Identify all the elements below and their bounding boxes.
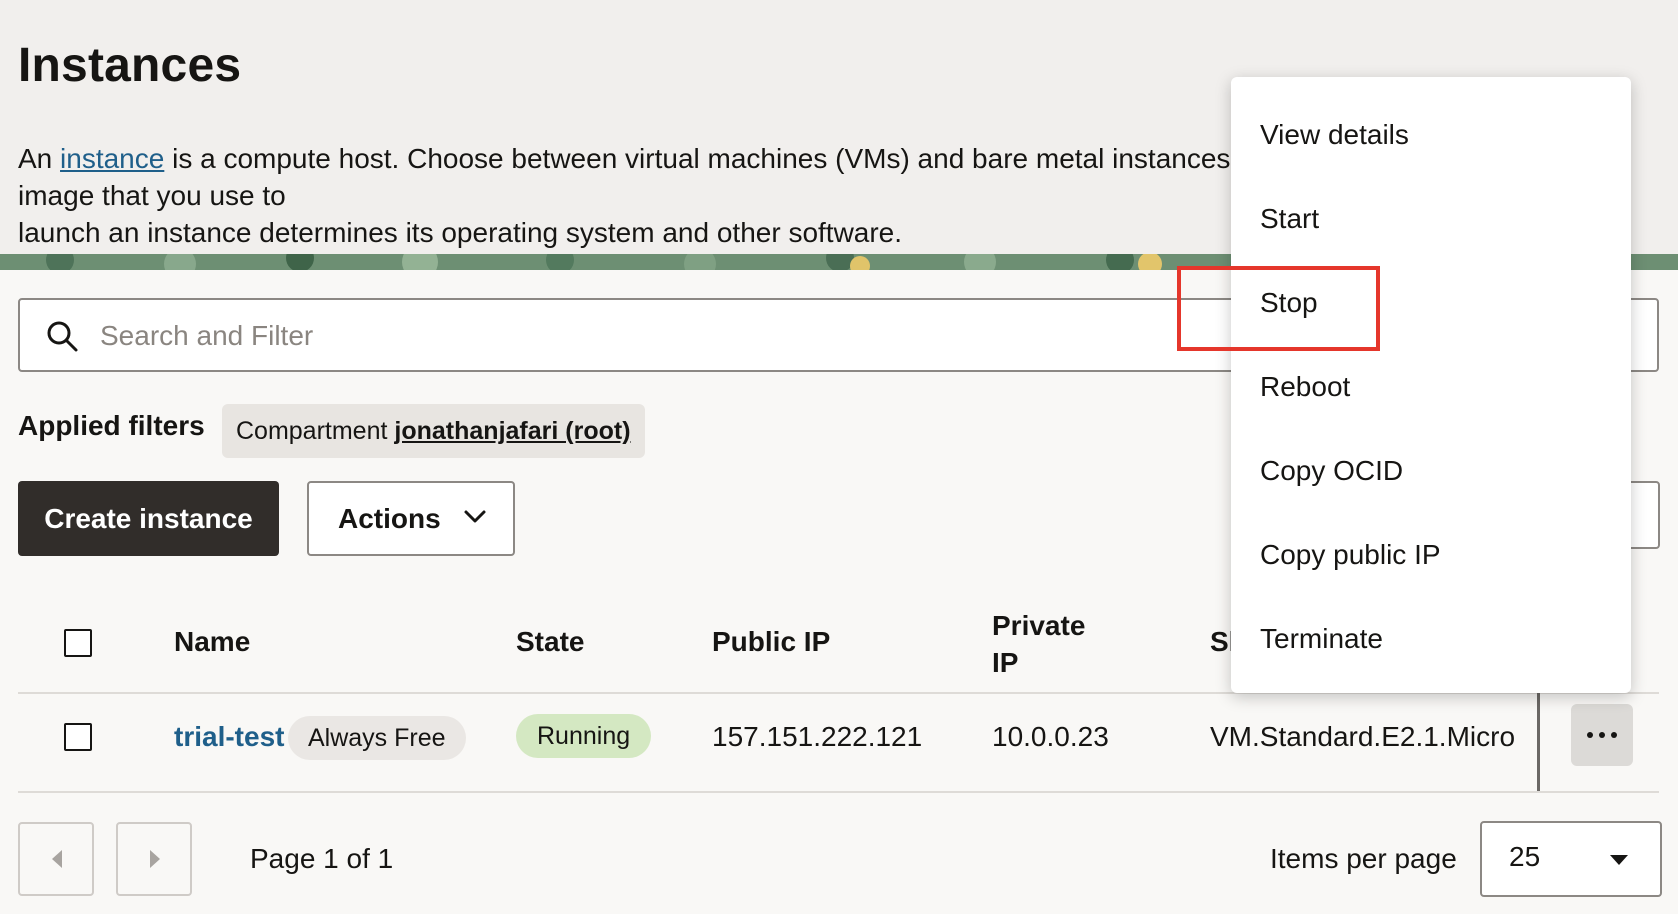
- column-header-private-ip[interactable]: Private IP: [992, 607, 1085, 681]
- actions-dropdown-button[interactable]: Actions: [307, 481, 515, 556]
- column-header-public-ip[interactable]: Public IP: [712, 623, 830, 660]
- row-actions-menu-button[interactable]: [1571, 704, 1633, 766]
- menu-item-reboot[interactable]: Reboot: [1260, 368, 1350, 405]
- select-all-checkbox[interactable]: [64, 629, 92, 657]
- caret-down-icon: [1610, 855, 1628, 865]
- search-input[interactable]: [98, 310, 1202, 362]
- items-per-page-label: Items per page: [1270, 843, 1457, 874]
- actions-label: Actions: [338, 502, 441, 534]
- items-per-page-select[interactable]: 25: [1480, 821, 1662, 897]
- private-ip-cell: 10.0.0.23: [992, 721, 1109, 752]
- page-info: Page 1 of 1: [250, 843, 394, 874]
- chevron-down-icon: [464, 510, 486, 523]
- column-header-name[interactable]: Name: [174, 623, 250, 660]
- private-ip-header-line2: IP: [992, 647, 1019, 678]
- private-ip-header-line1: Private: [992, 610, 1086, 641]
- compartment-filter-chip[interactable]: Compartment jonathanjafari (root): [222, 404, 645, 458]
- applied-filters-label: Applied filters: [18, 410, 205, 441]
- desc-line1-rest: is a compute host. Choose between virtua…: [18, 143, 1294, 211]
- shape-cell: VM.Standard.E2.1.Micro: [1210, 721, 1516, 752]
- menu-item-copy-public-ip[interactable]: Copy public IP: [1260, 536, 1441, 573]
- previous-page-button[interactable]: [18, 822, 94, 896]
- next-page-button[interactable]: [116, 822, 192, 896]
- items-per-page-value: 25: [1509, 841, 1541, 872]
- menu-item-terminate[interactable]: Terminate: [1260, 620, 1383, 657]
- menu-item-view-details[interactable]: View details: [1260, 116, 1409, 153]
- row-checkbox[interactable]: [64, 723, 92, 751]
- search-icon: [47, 321, 78, 352]
- page-title: Instances: [18, 39, 242, 92]
- instance-name-link[interactable]: trial-test: [174, 718, 284, 755]
- caret-right-icon: [150, 850, 160, 868]
- filter-chip-key: Compartment: [236, 417, 388, 445]
- instance-doc-link[interactable]: instance: [60, 143, 164, 174]
- column-divider: [1537, 690, 1540, 792]
- filter-chip-value[interactable]: jonathanjafari (root): [394, 417, 630, 445]
- page-description: An instance is a compute host. Choose be…: [18, 140, 1318, 251]
- row-divider: [18, 791, 1659, 793]
- status-badge: Running: [516, 714, 652, 758]
- menu-item-start[interactable]: Start: [1260, 200, 1319, 237]
- menu-item-stop[interactable]: Stop: [1260, 284, 1318, 321]
- create-instance-button[interactable]: Create instance: [18, 481, 279, 556]
- column-header-state[interactable]: State: [516, 623, 584, 660]
- row-actions-context-menu: View details Start Stop Reboot Copy OCID…: [1231, 77, 1631, 693]
- menu-item-copy-ocid[interactable]: Copy OCID: [1260, 452, 1403, 489]
- public-ip-cell: 157.151.222.121: [712, 721, 923, 752]
- caret-left-icon: [52, 850, 62, 868]
- more-options-icon: [1587, 732, 1617, 738]
- desc-prefix: An: [18, 143, 61, 174]
- always-free-badge: Always Free: [288, 716, 466, 760]
- desc-line2: launch an instance determines its operat…: [18, 217, 903, 248]
